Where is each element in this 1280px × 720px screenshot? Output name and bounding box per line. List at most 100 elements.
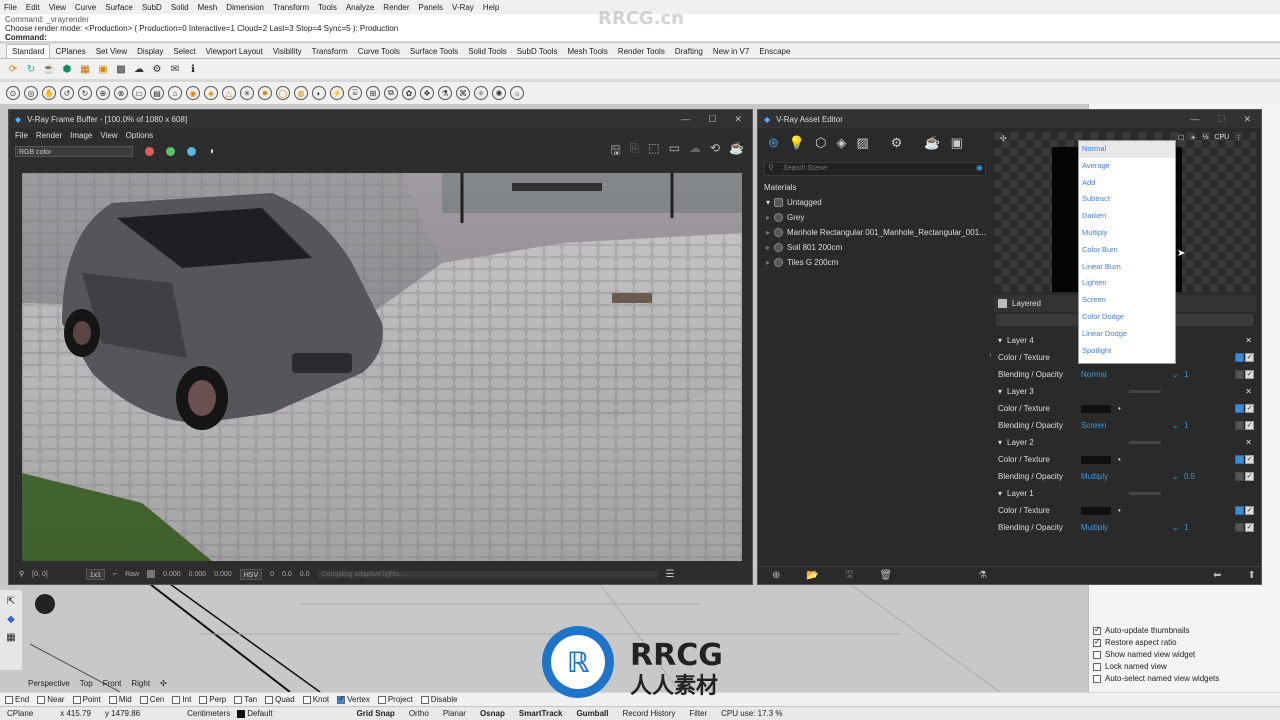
geometry-icon[interactable]: ⬡ bbox=[815, 135, 826, 151]
enable-checkbox[interactable]: ✓ bbox=[1245, 353, 1254, 362]
collapse-icon[interactable]: ▾ bbox=[998, 336, 1002, 345]
opacity-texture-icon[interactable] bbox=[1235, 523, 1244, 532]
checkbox[interactable] bbox=[377, 695, 386, 704]
frame-buffer-icon[interactable]: ▣ bbox=[951, 135, 963, 151]
alpha-channel-icon[interactable]: ◑ bbox=[208, 146, 214, 157]
log-icon[interactable]: ☰ bbox=[666, 569, 675, 580]
track-icon[interactable]: ▭ bbox=[669, 141, 680, 162]
toolbar-tab[interactable]: Set View bbox=[91, 45, 132, 58]
sun-icon[interactable]: ☀ bbox=[1190, 134, 1196, 142]
expand-icon[interactable]: ▾ bbox=[766, 198, 770, 207]
info-icon[interactable]: ℹ bbox=[186, 62, 200, 76]
blend-mode-select[interactable]: Normal bbox=[1081, 370, 1107, 379]
drag-handle[interactable] bbox=[1128, 492, 1161, 495]
material-item-untagged[interactable]: ▾ Untagged bbox=[762, 195, 988, 210]
minimize-icon[interactable]: — bbox=[1190, 114, 1199, 125]
tool-icon[interactable]: ⌘ bbox=[456, 86, 470, 100]
pin-icon[interactable]: ⚲ bbox=[19, 570, 24, 578]
osnap-option[interactable]: End bbox=[5, 695, 29, 704]
menu-item[interactable]: File bbox=[4, 3, 17, 12]
expand-icon[interactable]: ▸ bbox=[766, 258, 770, 267]
expand-icon[interactable]: ▸ bbox=[766, 243, 770, 252]
add-viewport-icon[interactable]: ✣ bbox=[160, 679, 167, 688]
slider-handle-icon[interactable]: • bbox=[1118, 506, 1121, 515]
ortho-toggle[interactable]: Ortho bbox=[402, 709, 436, 718]
new-file-icon[interactable]: ⟳ bbox=[6, 62, 20, 76]
collapse-panel-icon[interactable]: ‹ bbox=[989, 350, 992, 359]
render-image[interactable] bbox=[22, 173, 742, 561]
checkbox[interactable] bbox=[302, 695, 311, 704]
channel-select[interactable]: RGB color bbox=[15, 145, 133, 157]
texture-slot-icon[interactable] bbox=[1235, 353, 1244, 362]
blend-mode-option[interactable]: Screen bbox=[1079, 292, 1175, 309]
tool-icon[interactable]: ✹ bbox=[258, 86, 272, 100]
color-swatch[interactable] bbox=[1081, 506, 1111, 515]
checkbox[interactable] bbox=[139, 695, 148, 704]
osnap-option[interactable]: Project bbox=[377, 695, 413, 704]
blend-mode-select[interactable]: Screen bbox=[1081, 421, 1106, 430]
checkbox[interactable] bbox=[108, 695, 117, 704]
tool-icon[interactable]: ⌸ bbox=[348, 86, 362, 100]
layers-icon[interactable]: ◈ bbox=[836, 135, 846, 151]
close-icon[interactable]: ✕ bbox=[1243, 114, 1251, 125]
red-channel-icon[interactable] bbox=[145, 146, 154, 156]
toolbar-tab[interactable]: Transform bbox=[307, 45, 353, 58]
color-swatch[interactable] bbox=[1081, 404, 1111, 413]
opacity-texture-icon[interactable] bbox=[1235, 421, 1244, 430]
blend-mode-option[interactable]: Lighten bbox=[1079, 275, 1175, 292]
osnap-toggle[interactable]: Osnap bbox=[473, 709, 512, 718]
cloud-icon[interactable]: ☁ bbox=[132, 62, 146, 76]
menu-item[interactable]: Help bbox=[483, 3, 499, 12]
material-item[interactable]: ▸ Soil 801 200cm bbox=[762, 240, 988, 255]
frame-buffer-menu-item[interactable]: File bbox=[15, 131, 28, 140]
filter-toggle[interactable]: Filter bbox=[682, 709, 714, 718]
collapse-icon[interactable]: ▾ bbox=[998, 438, 1002, 447]
menu-item[interactable]: Tools bbox=[318, 3, 337, 12]
viewport-tab[interactable]: Perspective bbox=[28, 679, 70, 688]
materials-icon[interactable]: ⊛ bbox=[768, 135, 779, 151]
teapot-icon[interactable]: ☕ bbox=[729, 141, 744, 162]
picker-icon[interactable]: ⌐ bbox=[113, 571, 117, 578]
filter-icon[interactable]: ◉ bbox=[976, 163, 983, 172]
blend-mode-option[interactable]: Color Dodge bbox=[1079, 309, 1175, 326]
option-checkbox-row[interactable]: Restore aspect ratio bbox=[1093, 637, 1219, 647]
checkbox[interactable] bbox=[337, 694, 346, 704]
tool-icon[interactable]: ▤ bbox=[150, 86, 164, 100]
slider-handle-icon[interactable]: • bbox=[1118, 455, 1121, 464]
toolbar-tab[interactable]: Enscape bbox=[754, 45, 795, 58]
textures-icon[interactable]: ▨ bbox=[856, 135, 868, 151]
tool-icon[interactable]: ⊙ bbox=[6, 86, 20, 100]
frame-buffer-menu-item[interactable]: Image bbox=[70, 131, 92, 140]
viewport-tab[interactable]: Top bbox=[80, 679, 93, 688]
menu-item[interactable]: Mesh bbox=[198, 3, 218, 12]
osnap-option[interactable]: Cen bbox=[139, 695, 164, 704]
opacity-value[interactable]: 1 bbox=[1184, 523, 1188, 532]
menu-item[interactable]: Analyze bbox=[346, 3, 374, 12]
render-icon[interactable]: ☕ bbox=[924, 135, 940, 151]
tool-icon[interactable]: ⊞ bbox=[366, 86, 380, 100]
frame-buffer-menu-item[interactable]: Render bbox=[36, 131, 62, 140]
collapse-icon[interactable]: ▾ bbox=[998, 387, 1002, 396]
menu-item[interactable]: Dimension bbox=[226, 3, 264, 12]
checkbox[interactable] bbox=[1093, 637, 1101, 647]
checkbox[interactable] bbox=[1093, 674, 1101, 683]
checkbox[interactable] bbox=[172, 695, 181, 704]
osnap-option[interactable]: Point bbox=[72, 695, 101, 704]
record-history-toggle[interactable]: Record History bbox=[615, 709, 682, 718]
more-icon[interactable]: ⋮ bbox=[1235, 134, 1242, 142]
mode-icon[interactable]: ½ bbox=[1203, 134, 1209, 142]
layer-header[interactable]: ▾ Layer 3 ✕ bbox=[994, 383, 1256, 400]
option-checkbox-row[interactable]: Show named view widget bbox=[1093, 650, 1219, 659]
delete-icon[interactable]: 🗑 bbox=[879, 570, 892, 581]
menu-item[interactable]: Transform bbox=[273, 3, 309, 12]
remove-layer-icon[interactable]: ✕ bbox=[1245, 336, 1256, 345]
osnap-option[interactable]: Knot bbox=[302, 695, 329, 704]
layer-header[interactable]: ▾ Layer 2 ✕ bbox=[994, 434, 1256, 451]
enable-checkbox[interactable]: ✓ bbox=[1245, 506, 1254, 515]
menu-item[interactable]: View bbox=[49, 3, 66, 12]
tool-icon[interactable]: ⊕ bbox=[96, 86, 110, 100]
checkbox[interactable] bbox=[37, 695, 46, 704]
checker-icon[interactable]: ▩ bbox=[114, 62, 128, 76]
blend-mode-option[interactable]: Color Burn bbox=[1079, 242, 1175, 259]
material-icon[interactable]: ▦ bbox=[78, 62, 92, 76]
